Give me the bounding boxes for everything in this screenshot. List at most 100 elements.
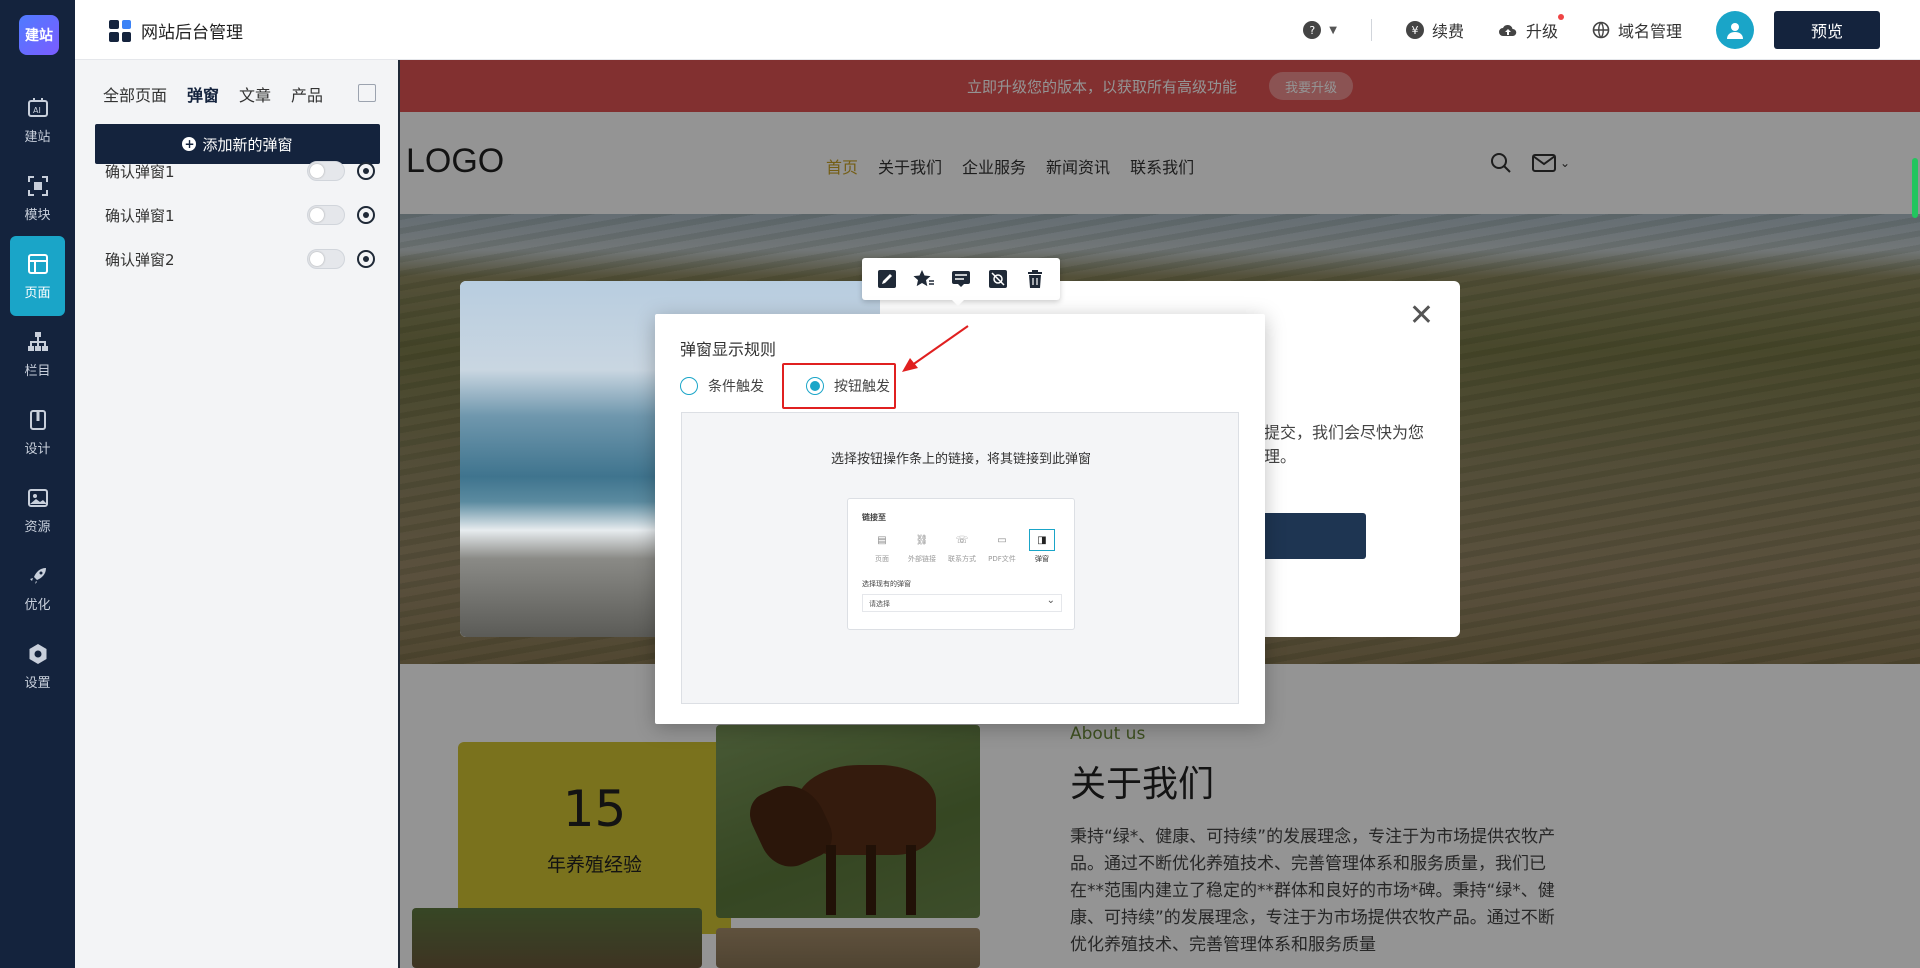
target-icon[interactable]	[357, 206, 375, 224]
scrollbar-thumb[interactable]	[1912, 158, 1918, 218]
tab-all-pages[interactable]: 全部页面	[103, 82, 167, 106]
help-icon: ?	[1303, 21, 1322, 39]
rail-item-resource[interactable]: 资源	[10, 470, 65, 550]
rail-item-label: 建站	[24, 129, 51, 145]
canvas-scrollbar[interactable]	[1910, 60, 1920, 968]
plus-icon: +	[182, 137, 197, 151]
phone-icon: ☏	[955, 534, 969, 546]
upgrade-button[interactable]: 升级	[1498, 14, 1564, 42]
tab-articles[interactable]: 文章	[239, 82, 271, 106]
app-logo[interactable]: 建站	[19, 15, 59, 55]
rail-item-settings[interactable]: 设置	[10, 626, 65, 706]
rail-item-build[interactable]: AI 建站	[10, 80, 65, 160]
link-preview-card: 链接至 ▤ 页面 ⛓ 外部链接 ☏ 联系方式 ▭ PDF文件 ◨ 弹窗 选择现有…	[847, 498, 1075, 630]
star-settings-icon[interactable]	[913, 268, 935, 290]
popup-list-item[interactable]: 确认弹窗2	[105, 244, 375, 274]
domain-button[interactable]: 域名管理	[1592, 18, 1682, 42]
option-label: 条件触发	[708, 379, 764, 395]
ai-icon: AI	[26, 96, 50, 120]
rail-item-label: 设计	[24, 441, 51, 457]
rail-item-label: 资源	[24, 519, 51, 535]
link-option-label: 联系方式	[948, 555, 976, 563]
select-popup-dropdown: 请选择	[862, 594, 1062, 612]
radio-button[interactable]	[680, 377, 698, 395]
brand: 网站后台管理	[109, 18, 243, 43]
popup-toggle[interactable]	[307, 161, 345, 181]
globe-icon	[1592, 21, 1610, 39]
link-options: ▤ 页面 ⛓ 外部链接 ☏ 联系方式 ▭ PDF文件 ◨ 弹窗	[862, 529, 1062, 564]
upgrade-label: 升级	[1525, 22, 1558, 41]
close-icon[interactable]: ✕	[1409, 301, 1434, 331]
popup-confirm-button[interactable]	[1248, 513, 1366, 559]
renew-label: 续费	[1431, 22, 1464, 41]
rail-item-page[interactable]: 页面	[10, 236, 65, 316]
link-option-contact: ☏ 联系方式	[942, 529, 982, 564]
page-icon: ▤	[877, 534, 887, 546]
select-popup-label: 选择现有的弹窗	[862, 580, 911, 588]
rail-item-optimize[interactable]: 优化	[10, 548, 65, 628]
popup-list-item[interactable]: 确认弹窗1	[105, 156, 375, 186]
popup-message: 已提交，我们会尽快为您处理。	[1248, 423, 1425, 466]
sitemap-icon	[26, 330, 50, 354]
rail-item-label: 模块	[24, 207, 51, 223]
link-to-title: 链接至	[862, 513, 886, 522]
divider	[1370, 19, 1372, 41]
panel-tabs: 全部页面 弹窗 文章 产品	[103, 82, 343, 106]
image-icon	[26, 486, 50, 510]
renew-button[interactable]: ¥ 续费	[1405, 18, 1464, 42]
cloud-upload-icon	[1498, 24, 1517, 36]
module-icon	[26, 174, 50, 198]
trash-icon[interactable]	[1024, 268, 1046, 290]
preview-button[interactable]: 预览	[1774, 11, 1880, 49]
rail-item-column[interactable]: 栏目	[10, 314, 65, 394]
side-panel: 全部页面 弹窗 文章 产品 + 添加新的弹窗 确认弹窗1 确认弹窗1 确认弹窗2	[75, 60, 400, 968]
popup-name: 确认弹窗2	[105, 250, 175, 269]
page-icon	[26, 252, 50, 276]
popup-name: 确认弹窗1	[105, 206, 175, 225]
user-icon	[1727, 23, 1743, 39]
rail-item-module[interactable]: 模块	[10, 158, 65, 238]
link-option-external: ⛓ 外部链接	[902, 529, 942, 564]
dashboard-icon	[109, 19, 131, 42]
avatar[interactable]	[1716, 11, 1754, 49]
rules-preview-box: 选择按钮操作条上的链接，将其链接到此弹窗 链接至 ▤ 页面 ⛓ 外部链接 ☏ 联…	[681, 412, 1239, 704]
display-rules-dialog: 弹窗显示规则 条件触发 按钮触发 选择按钮操作条上的链接，将其链接到此弹窗 链接…	[655, 314, 1265, 724]
display-rules-icon[interactable]	[950, 268, 972, 290]
dialog-title: 弹窗显示规则	[680, 340, 777, 359]
target-icon[interactable]	[357, 250, 375, 268]
link-icon: ⛓	[915, 534, 929, 546]
option-condition-trigger[interactable]: 条件触发	[680, 376, 764, 396]
rail-item-label: 页面	[24, 285, 51, 301]
notification-badge	[1557, 14, 1564, 20]
hide-icon[interactable]	[987, 268, 1009, 290]
link-option-label: 弹窗	[1035, 555, 1049, 563]
link-option-label: 页面	[875, 555, 889, 563]
help-menu[interactable]: ? ▼	[1303, 21, 1337, 39]
rail-item-label: 优化	[24, 597, 51, 613]
link-option-label: 外部链接	[908, 555, 936, 563]
rules-description: 选择按钮操作条上的链接，将其链接到此弹窗	[830, 452, 1091, 467]
popup-toggle[interactable]	[307, 205, 345, 225]
link-option-popup: ◨ 弹窗	[1022, 529, 1062, 564]
link-option-pdf: ▭ PDF文件	[982, 529, 1022, 564]
rail-item-design[interactable]: 设计	[10, 392, 65, 472]
rail-item-label: 栏目	[24, 363, 51, 379]
rail-item-label: 设置	[24, 675, 51, 691]
edit-icon[interactable]	[876, 268, 898, 290]
rocket-icon	[26, 564, 50, 588]
edit-icon[interactable]	[358, 84, 376, 102]
popup-toggle[interactable]	[307, 249, 345, 269]
tab-popups[interactable]: 弹窗	[187, 82, 219, 106]
app-title: 网站后台管理	[141, 23, 243, 43]
chevron-down-icon: ▼	[1329, 24, 1337, 36]
link-option-page: ▤ 页面	[862, 529, 902, 564]
left-rail: 建站 AI 建站 模块 页面 栏目 设计 资源 优化 设置	[0, 0, 75, 968]
top-bar: 网站后台管理 ? ▼ ¥ 续费 升级 域名管理 预览	[75, 0, 1920, 60]
popup-icon: ◨	[1029, 529, 1055, 551]
target-icon[interactable]	[357, 162, 375, 180]
link-option-label: PDF文件	[988, 555, 1016, 563]
popup-list-item[interactable]: 确认弹窗1	[105, 200, 375, 230]
tab-products[interactable]: 产品	[291, 82, 323, 106]
folder-icon: ▭	[997, 534, 1007, 546]
popup-toolbar	[862, 258, 1060, 306]
